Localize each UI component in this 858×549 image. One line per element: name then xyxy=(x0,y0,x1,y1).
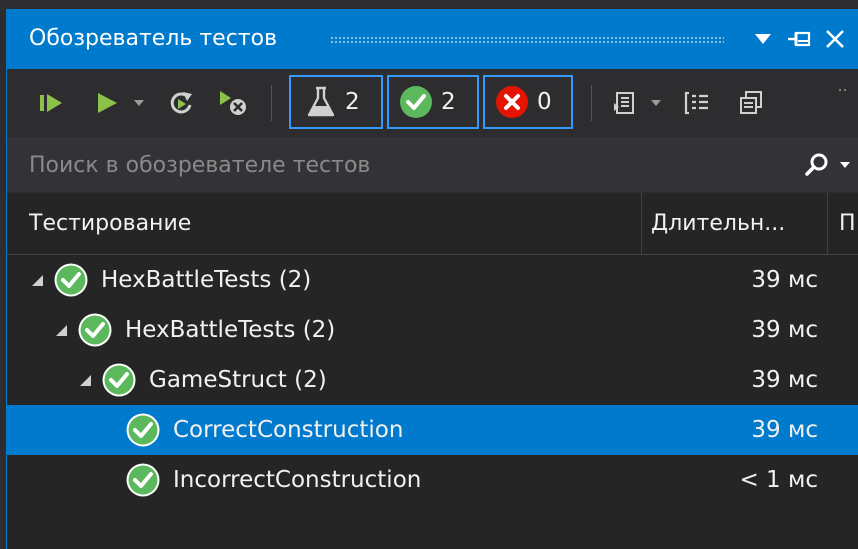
column-header-third[interactable]: П xyxy=(839,193,858,255)
test-toolbar: 2 2 0 xyxy=(7,69,858,137)
passed-status-icon xyxy=(126,463,160,497)
details-button[interactable] xyxy=(733,85,769,121)
flask-icon xyxy=(307,86,335,117)
column-header-test[interactable]: Тестирование xyxy=(29,193,639,255)
chevron-down-icon xyxy=(134,100,144,106)
test-name: GameStruct (2) xyxy=(149,367,327,393)
test-name: HexBattleTests (2) xyxy=(101,267,312,293)
toolbar-separator xyxy=(271,85,272,121)
passed-status-icon xyxy=(54,263,88,297)
panel-title: Обозреватель тестов xyxy=(29,26,278,51)
run-all-icon xyxy=(40,94,62,112)
search-bar xyxy=(7,137,858,193)
group-by-icon xyxy=(684,91,708,115)
panel-titlebar: Обозреватель тестов xyxy=(7,9,858,69)
test-name: CorrectConstruction xyxy=(173,417,404,443)
test-duration: 39 мс xyxy=(751,417,818,443)
filter-passed-count: 2 xyxy=(441,89,456,115)
group-by-button[interactable] xyxy=(679,85,715,121)
search-icon xyxy=(805,153,828,176)
rerun-button[interactable] xyxy=(161,85,201,121)
left-border xyxy=(0,0,7,549)
test-list: Тестирование Длительн... П HexBattleTest… xyxy=(7,193,858,549)
test-tree-row[interactable]: CorrectConstruction 39 мс xyxy=(7,405,858,455)
toolbar-overflow-icon[interactable] xyxy=(835,83,851,97)
cancel-run-button[interactable] xyxy=(213,85,253,121)
filter-passed-button[interactable]: 2 xyxy=(387,75,479,129)
filter-all-button[interactable]: 2 xyxy=(289,75,383,129)
failed-icon xyxy=(496,86,528,118)
toolbar-separator xyxy=(591,85,592,121)
run-icon xyxy=(98,93,117,113)
test-duration: 39 мс xyxy=(751,267,818,293)
search-options-button[interactable] xyxy=(837,157,853,173)
pin-icon[interactable] xyxy=(781,19,817,59)
dropdown-arrow-icon[interactable] xyxy=(745,19,781,59)
test-name: IncorrectConstruction xyxy=(173,467,422,493)
test-tree-row[interactable]: HexBattleTests (2) 39 мс xyxy=(7,305,858,355)
filter-all-count: 2 xyxy=(345,89,360,115)
filter-failed-count: 0 xyxy=(537,89,552,115)
test-duration: < 1 мс xyxy=(739,467,818,493)
top-strip xyxy=(0,0,858,9)
expand-arrow-icon[interactable] xyxy=(77,371,95,389)
test-tree-row[interactable]: IncorrectConstruction < 1 мс xyxy=(7,455,858,505)
cancel-run-icon xyxy=(220,91,246,115)
search-button[interactable] xyxy=(801,149,833,181)
filter-failed-button[interactable]: 0 xyxy=(483,75,573,129)
test-duration: 39 мс xyxy=(751,317,818,343)
playlist-icon xyxy=(614,92,634,114)
test-tree-row[interactable]: GameStruct (2) 39 мс xyxy=(7,355,858,405)
test-tree-row[interactable]: HexBattleTests (2) 39 мс xyxy=(7,255,858,305)
test-duration: 39 мс xyxy=(751,367,818,393)
chevron-down-icon xyxy=(840,162,850,168)
column-divider[interactable] xyxy=(827,193,828,255)
passed-status-icon xyxy=(126,413,160,447)
copy-window-icon xyxy=(740,91,762,114)
column-header-duration[interactable]: Длительн... xyxy=(651,193,819,255)
expand-arrow-icon[interactable] xyxy=(29,271,47,289)
playlist-button[interactable] xyxy=(607,85,643,121)
playlist-dropdown-button[interactable] xyxy=(647,93,665,113)
chevron-down-icon xyxy=(651,100,661,106)
column-header: Тестирование Длительн... П xyxy=(7,193,858,255)
expand-arrow-icon[interactable] xyxy=(53,321,71,339)
run-button[interactable] xyxy=(89,85,125,121)
rerun-icon xyxy=(170,92,192,114)
column-divider[interactable] xyxy=(641,193,642,255)
test-name: HexBattleTests (2) xyxy=(125,317,336,343)
close-icon[interactable] xyxy=(817,19,853,59)
passed-status-icon xyxy=(78,313,112,347)
passed-icon xyxy=(400,86,432,118)
search-input[interactable] xyxy=(7,137,797,193)
run-dropdown-button[interactable] xyxy=(130,93,148,113)
run-all-button[interactable] xyxy=(33,85,69,121)
drag-grip[interactable] xyxy=(330,36,724,44)
passed-status-icon xyxy=(102,363,136,397)
